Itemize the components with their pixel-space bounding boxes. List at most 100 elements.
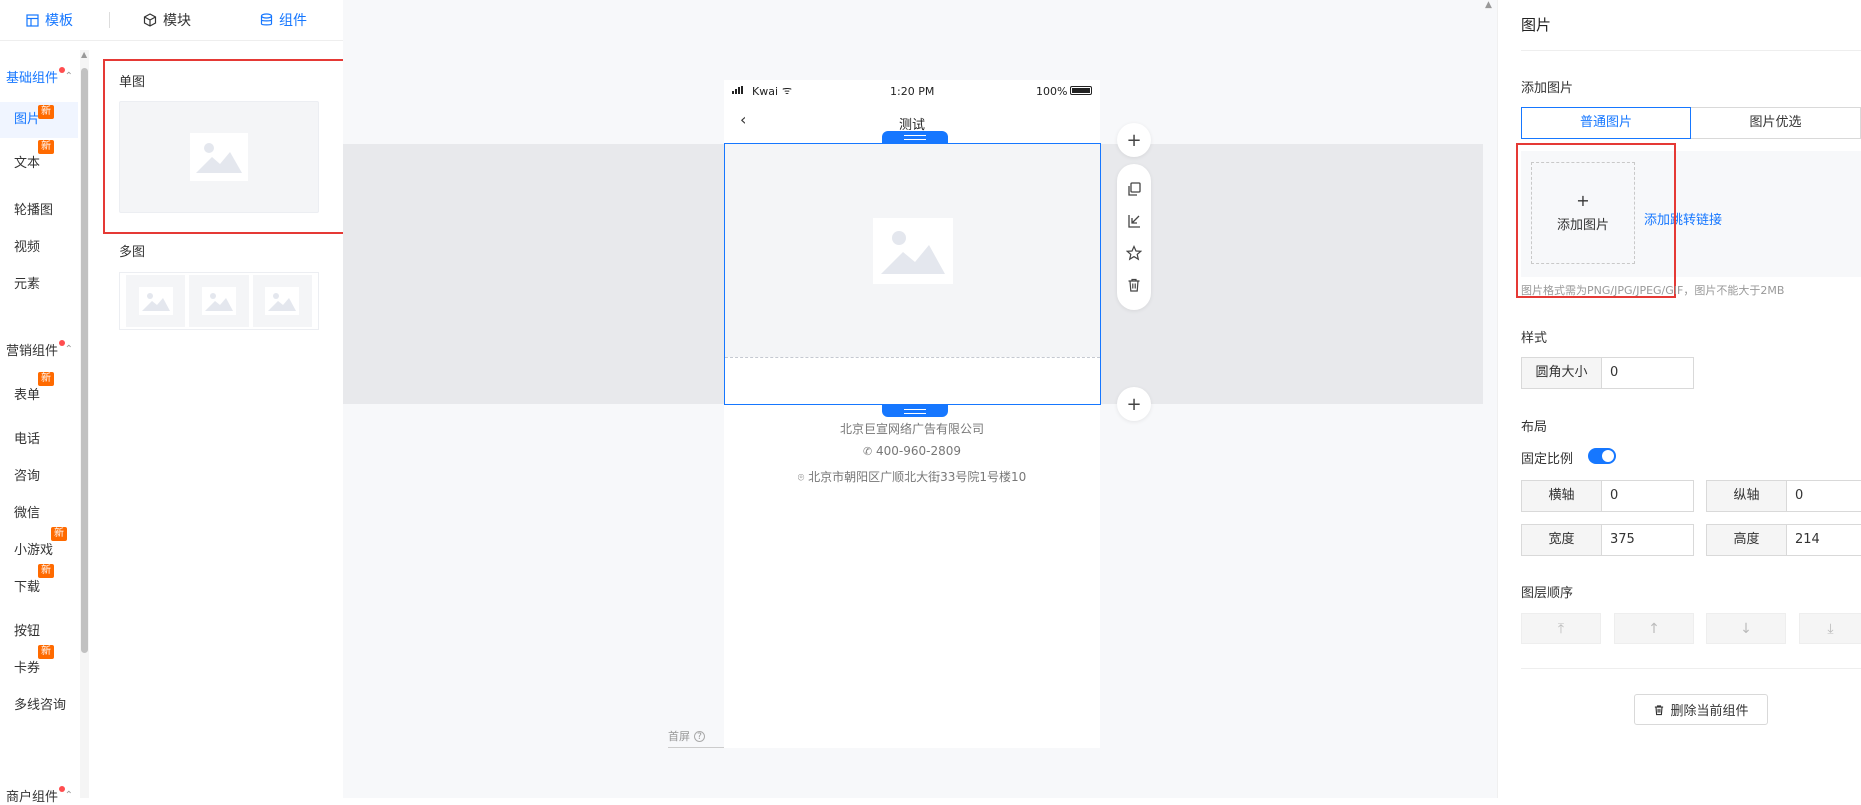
- nav-group-basic[interactable]: 基础组件 ⌃: [6, 67, 73, 86]
- height-value[interactable]: 214: [1787, 525, 1820, 555]
- nav-item-form[interactable]: 表单 新: [0, 372, 78, 414]
- width-value[interactable]: 375: [1602, 525, 1635, 555]
- cube-icon: [143, 13, 157, 27]
- height-label: 高度: [1707, 525, 1787, 555]
- nav-item-label: 微信: [14, 506, 41, 521]
- drag-handle-top[interactable]: [882, 131, 948, 143]
- drag-handle-bottom[interactable]: [882, 405, 948, 417]
- style-section-title: 样式: [1521, 331, 1548, 346]
- nav-group-basic-label: 基础组件: [6, 71, 59, 86]
- multi-image-cell: [252, 275, 312, 327]
- canvas-scrollbar[interactable]: ▲: [1483, 0, 1497, 798]
- multi-image-title: 多图: [119, 245, 146, 260]
- corner-radius-field[interactable]: 圆角大小 0: [1521, 357, 1694, 389]
- copy-icon[interactable]: [1126, 181, 1142, 197]
- new-badge: 新: [38, 564, 54, 578]
- arrow-down-icon: ↓: [1740, 620, 1752, 637]
- wifi-icon: ᯤ: [782, 84, 793, 97]
- layout-icon: [26, 13, 39, 27]
- trash-icon: [1655, 704, 1664, 715]
- arrow-to-top-icon: ⤒: [1557, 620, 1565, 637]
- nav-item-image[interactable]: 图片 新: [0, 102, 78, 138]
- y-axis-field[interactable]: 纵轴 0: [1706, 480, 1861, 512]
- tab-templates[interactable]: 模板: [26, 10, 73, 30]
- segment-normal-image[interactable]: 普通图片: [1521, 107, 1692, 139]
- plus-icon: +: [1126, 129, 1142, 151]
- highlight-box-upload: [1516, 143, 1676, 298]
- chevron-up-icon: ⌃: [64, 790, 74, 801]
- nav-item-consult[interactable]: 咨询: [0, 459, 78, 495]
- database-icon: [260, 13, 273, 26]
- selection-outline: [724, 143, 1101, 405]
- nav-group-marketing[interactable]: 营销组件 ⌃: [6, 340, 73, 359]
- new-badge: 新: [51, 527, 67, 541]
- width-field[interactable]: 宽度 375: [1521, 524, 1694, 556]
- add-component-above-button[interactable]: +: [1117, 123, 1151, 157]
- battery-percent: 100%: [1036, 85, 1068, 98]
- nav-item-label: 下载: [14, 580, 41, 595]
- nav-group-merchant[interactable]: 商户组件 ⌃: [6, 786, 73, 805]
- nav-item-label: 卡券: [14, 661, 41, 676]
- nav-item-label: 表单: [14, 388, 41, 403]
- x-axis-field[interactable]: 横轴 0: [1521, 480, 1694, 512]
- layer-to-top-button[interactable]: ⤒: [1521, 613, 1601, 644]
- nav-item-download[interactable]: 下载 新: [0, 564, 78, 606]
- nav-item-label: 小游戏: [14, 543, 54, 558]
- corner-radius-label: 圆角大小: [1522, 358, 1602, 388]
- multi-image-component[interactable]: [119, 272, 319, 330]
- scroll-up-icon[interactable]: ▲: [1485, 0, 1492, 10]
- nav-item-video[interactable]: 视频: [0, 230, 78, 266]
- nav-item-element[interactable]: 元素: [0, 267, 78, 303]
- tab-divider: [109, 12, 110, 28]
- y-axis-label: 纵轴: [1707, 481, 1787, 511]
- layer-down-button[interactable]: ↓: [1706, 613, 1786, 644]
- nav-item-multi-consult[interactable]: 多线咨询: [0, 688, 78, 724]
- tab-modules[interactable]: 模块: [143, 10, 191, 30]
- company-address-row: ⌾ 北京市朝阳区广顺北大街33号院1号楼10: [724, 468, 1100, 485]
- scrollbar-thumb[interactable]: [81, 68, 88, 653]
- nav-item-label: 轮播图: [14, 203, 54, 218]
- plus-icon: +: [1126, 393, 1142, 415]
- height-field[interactable]: 高度 214: [1706, 524, 1861, 556]
- carrier-name: Kwai: [752, 85, 779, 98]
- component-toolbar: [1117, 164, 1151, 310]
- nav-item-label: 电话: [14, 432, 41, 447]
- phone-icon: ✆: [862, 445, 873, 458]
- nav-item-carousel[interactable]: 轮播图: [0, 193, 78, 229]
- x-axis-value[interactable]: 0: [1602, 481, 1618, 511]
- image-type-segmented-control: 普通图片 图片优选: [1521, 107, 1861, 139]
- help-icon[interactable]: ?: [694, 730, 705, 742]
- nav-item-text[interactable]: 文本 新: [0, 140, 78, 182]
- segment-optimized-image[interactable]: 图片优选: [1691, 107, 1861, 139]
- location-icon: ⌾: [797, 471, 805, 484]
- nav-item-phone[interactable]: 电话: [0, 422, 78, 458]
- corner-radius-value[interactable]: 0: [1602, 358, 1618, 388]
- save-to-library-icon[interactable]: [1126, 213, 1142, 229]
- nav-item-label: 多线咨询: [14, 698, 67, 713]
- trash-icon[interactable]: [1126, 277, 1142, 293]
- status-time: 1:20 PM: [890, 85, 935, 98]
- tab-components-label: 组件: [279, 13, 307, 29]
- y-axis-value[interactable]: 0: [1787, 481, 1803, 511]
- add-component-below-button[interactable]: +: [1117, 387, 1151, 421]
- multi-image-cell: [189, 275, 249, 327]
- layer-up-button[interactable]: ↑: [1614, 613, 1694, 644]
- image-placeholder-icon: [138, 287, 173, 315]
- nav-item-label: 按钮: [14, 624, 41, 639]
- company-address: 北京市朝阳区广顺北大街33号院1号楼10: [808, 470, 1027, 484]
- new-badge: 新: [38, 372, 54, 386]
- new-badge: 新: [38, 105, 54, 119]
- nav-scrollbar[interactable]: ▲: [80, 50, 89, 798]
- layout-section-title: 布局: [1521, 420, 1548, 435]
- fixed-ratio-toggle[interactable]: [1588, 448, 1616, 464]
- delete-component-button[interactable]: 删除当前组件: [1634, 694, 1768, 725]
- tab-templates-label: 模板: [45, 13, 73, 29]
- layer-to-bottom-button[interactable]: ⤓: [1799, 613, 1861, 644]
- star-icon[interactable]: [1126, 245, 1142, 261]
- scroll-up-icon[interactable]: ▲: [81, 50, 87, 59]
- fixed-ratio-label: 固定比例: [1521, 452, 1574, 467]
- tab-components[interactable]: 组件: [260, 10, 307, 30]
- component-category-nav: 基础组件 ⌃ 图片 新 文本 新 轮播图 视频 元素 营销组件 ⌃ 表单 新 电…: [0, 41, 78, 805]
- layer-order-section-title: 图层顺序: [1521, 586, 1574, 601]
- nav-item-coupon[interactable]: 卡券 新: [0, 645, 78, 687]
